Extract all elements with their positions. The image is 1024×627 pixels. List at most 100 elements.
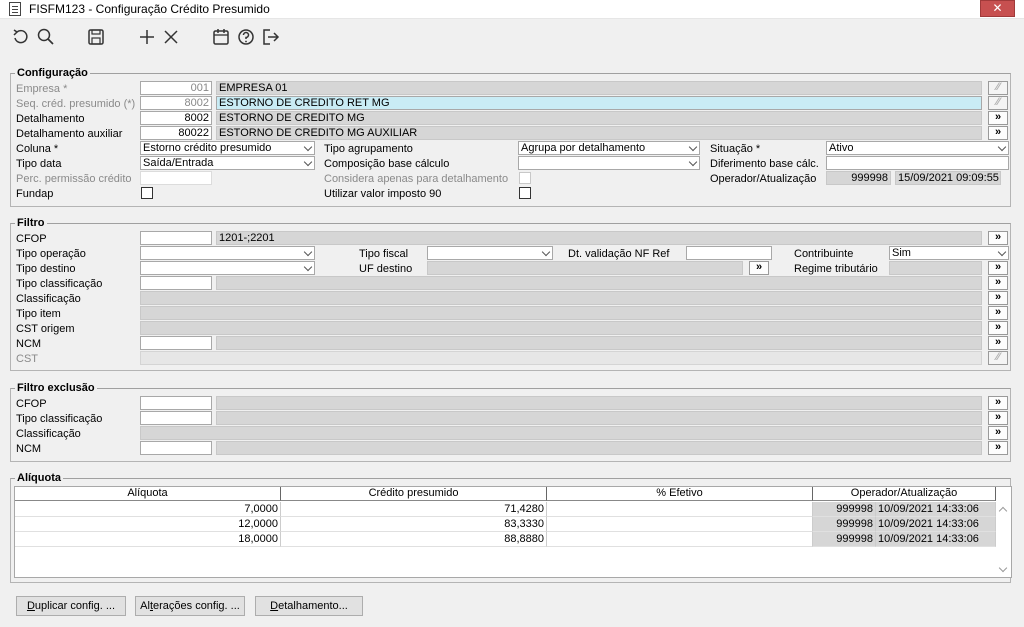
table-row-efetivo[interactable] bbox=[547, 532, 813, 547]
config-title: Configuração bbox=[15, 67, 90, 79]
chevron-down-icon bbox=[303, 247, 313, 257]
diferimento-input[interactable] bbox=[826, 156, 1009, 170]
tipo-data-value: Saída/Entrada bbox=[143, 157, 214, 169]
table-row-aliquota[interactable]: 12,0000 bbox=[15, 517, 281, 532]
seq-name-input[interactable]: ESTORNO DE CREDITO RET MG bbox=[216, 96, 982, 110]
chevron-up-icon[interactable] bbox=[998, 506, 1008, 516]
duplicar-config-button[interactable]: Duplicar config. ... bbox=[16, 596, 126, 616]
cst-field bbox=[140, 351, 982, 365]
excl-cfop-input[interactable] bbox=[140, 396, 212, 410]
fundap-checkbox[interactable] bbox=[141, 187, 153, 199]
tipo-operacao-select[interactable] bbox=[140, 246, 315, 260]
table-row-aliquota[interactable]: 7,0000 bbox=[15, 502, 281, 517]
tipo-fiscal-select[interactable] bbox=[427, 246, 553, 260]
close-button[interactable]: ✕ bbox=[980, 0, 1015, 17]
filtro-cfop-lookup-button[interactable]: » bbox=[988, 231, 1008, 245]
tipo-fiscal-label: Tipo fiscal bbox=[359, 248, 409, 260]
table-row-credito[interactable]: 71,4280 bbox=[281, 502, 547, 517]
cst-origem-label: CST origem bbox=[16, 323, 75, 335]
delete-icon[interactable] bbox=[161, 27, 181, 47]
empresa-code-input[interactable]: 001 bbox=[140, 81, 212, 95]
document-icon bbox=[9, 2, 21, 16]
coluna-label: Coluna * bbox=[16, 143, 59, 155]
perc-input[interactable] bbox=[140, 171, 212, 185]
diferimento-label: Diferimento base cálc. bbox=[710, 158, 819, 170]
col-efetivo[interactable]: % Efetivo bbox=[547, 487, 813, 501]
table-row-credito[interactable]: 88,8880 bbox=[281, 532, 547, 547]
det-aux-name-field: ESTORNO DE CREDITO MG AUXILIAR bbox=[216, 126, 982, 140]
detalhamento-button[interactable]: Detalhamento... bbox=[255, 596, 363, 616]
excl-ncm-label: NCM bbox=[16, 443, 42, 455]
contribuinte-select[interactable]: Sim bbox=[889, 246, 1009, 260]
excl-tipo-class-label: Tipo classificação bbox=[16, 413, 103, 425]
duplicar-mnemonic: D bbox=[26, 600, 35, 612]
tipo-data-select[interactable]: Saída/Entrada bbox=[140, 156, 315, 170]
add-icon[interactable] bbox=[137, 27, 157, 47]
chevron-down-icon bbox=[303, 142, 313, 152]
cst-lookup-button[interactable]: ⁄⁄ bbox=[988, 351, 1008, 365]
calendar-icon[interactable] bbox=[211, 27, 231, 47]
excl-tipo-class-lookup-button[interactable]: » bbox=[988, 411, 1008, 425]
tipo-class-input[interactable] bbox=[140, 276, 212, 290]
detalhamento-lookup-button[interactable]: » bbox=[988, 111, 1008, 125]
filtro-cfop-input[interactable] bbox=[140, 231, 212, 245]
empresa-lookup-button[interactable]: ⁄⁄ bbox=[988, 81, 1008, 95]
uf-destino-lookup-button[interactable]: » bbox=[749, 261, 769, 275]
classificacao-lookup-button[interactable]: » bbox=[988, 291, 1008, 305]
ncm-lookup-button[interactable]: » bbox=[988, 336, 1008, 350]
det-aux-code-input[interactable]: 80022 bbox=[140, 126, 212, 140]
considera-checkbox[interactable] bbox=[519, 172, 531, 184]
excl-cfop-lookup-button[interactable]: » bbox=[988, 396, 1008, 410]
col-credito[interactable]: Crédito presumido bbox=[281, 487, 547, 501]
excl-cfop-desc-field bbox=[216, 396, 982, 410]
grid-scrollbar[interactable] bbox=[996, 502, 1010, 577]
tipo-item-lookup-button[interactable]: » bbox=[988, 306, 1008, 320]
regime-field bbox=[889, 261, 982, 275]
search-icon[interactable] bbox=[36, 27, 56, 47]
seq-code-input[interactable]: 8002 bbox=[140, 96, 212, 110]
chevron-down-icon[interactable] bbox=[998, 563, 1008, 573]
detalhamento-name-field: ESTORNO DE CREDITO MG bbox=[216, 111, 982, 125]
tipo-destino-label: Tipo destino bbox=[16, 263, 76, 275]
det-aux-lookup-button[interactable]: » bbox=[988, 126, 1008, 140]
det-aux-label: Detalhamento auxiliar bbox=[16, 128, 123, 140]
excl-ncm-input[interactable] bbox=[140, 441, 212, 455]
alteracoes-config-button[interactable]: Alterações config. ... bbox=[135, 596, 245, 616]
col-operador[interactable]: Operador/Atualização bbox=[813, 487, 996, 501]
undo-icon[interactable] bbox=[11, 27, 31, 47]
table-row-efetivo[interactable] bbox=[547, 517, 813, 532]
uf-destino-field bbox=[427, 261, 743, 275]
comp-base-select[interactable] bbox=[518, 156, 700, 170]
table-row-aliquota[interactable]: 18,0000 bbox=[15, 532, 281, 547]
excl-ncm-lookup-button[interactable]: » bbox=[988, 441, 1008, 455]
alteracoes-label: erações config. ... bbox=[153, 600, 240, 612]
excl-classificacao-lookup-button[interactable]: » bbox=[988, 426, 1008, 440]
tipo-agrupamento-select[interactable]: Agrupa por detalhamento bbox=[518, 141, 700, 155]
empresa-label: Empresa * bbox=[16, 83, 68, 95]
utilizar-checkbox[interactable] bbox=[519, 187, 531, 199]
table-row-credito[interactable]: 83,3330 bbox=[281, 517, 547, 532]
operador-label: Operador/Atualização bbox=[710, 173, 817, 185]
chevron-down-icon bbox=[688, 142, 698, 152]
exit-icon[interactable] bbox=[261, 27, 281, 47]
table-row-efetivo[interactable] bbox=[547, 502, 813, 517]
cst-label: CST bbox=[16, 353, 38, 365]
coluna-select[interactable]: Estorno crédito presumido bbox=[140, 141, 315, 155]
situacao-select[interactable]: Ativo bbox=[826, 141, 1009, 155]
col-aliquota[interactable]: Alíquota bbox=[15, 487, 281, 501]
perc-label: Perc. permissão crédito bbox=[16, 173, 132, 185]
tipo-class-lookup-button[interactable]: » bbox=[988, 276, 1008, 290]
help-icon[interactable] bbox=[236, 27, 256, 47]
regime-lookup-button[interactable]: » bbox=[988, 261, 1008, 275]
ncm-input[interactable] bbox=[140, 336, 212, 350]
tipo-agrupamento-label: Tipo agrupamento bbox=[324, 143, 413, 155]
table-row-date: 10/09/2021 14:33:06 bbox=[876, 532, 996, 547]
seq-lookup-button[interactable]: ⁄⁄ bbox=[988, 96, 1008, 110]
save-icon[interactable] bbox=[86, 27, 106, 47]
excl-tipo-class-input[interactable] bbox=[140, 411, 212, 425]
dt-validacao-input[interactable] bbox=[686, 246, 772, 260]
detalhamento-code-input[interactable]: 8002 bbox=[140, 111, 212, 125]
tipo-destino-select[interactable] bbox=[140, 261, 315, 275]
situacao-label: Situação * bbox=[710, 143, 761, 155]
cst-origem-lookup-button[interactable]: » bbox=[988, 321, 1008, 335]
